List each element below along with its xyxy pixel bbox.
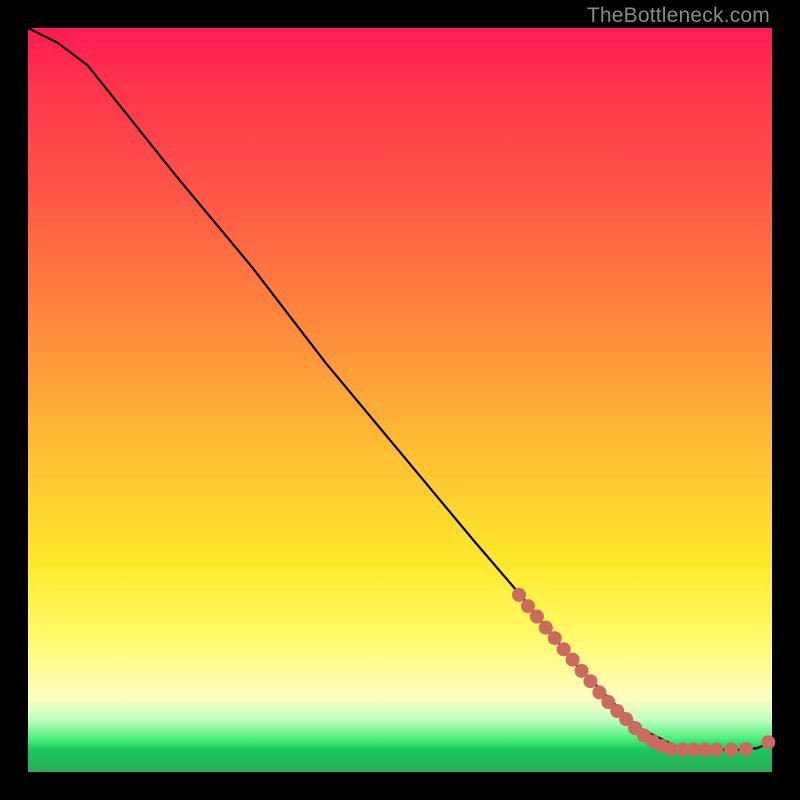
data-marker [566,653,580,667]
bottleneck-curve [28,28,772,750]
chart-svg [28,28,772,772]
plot-area [28,28,772,772]
data-marker [761,735,775,749]
data-marker [709,743,723,757]
data-marker [724,743,738,757]
data-marker [583,674,597,688]
data-markers [512,588,775,757]
watermark-text: TheBottleneck.com [587,4,770,28]
data-marker [548,631,562,645]
data-marker [530,610,544,624]
data-marker [739,742,753,756]
chart-frame: TheBottleneck.com [0,0,800,800]
data-marker [664,742,678,756]
data-marker [512,588,526,602]
